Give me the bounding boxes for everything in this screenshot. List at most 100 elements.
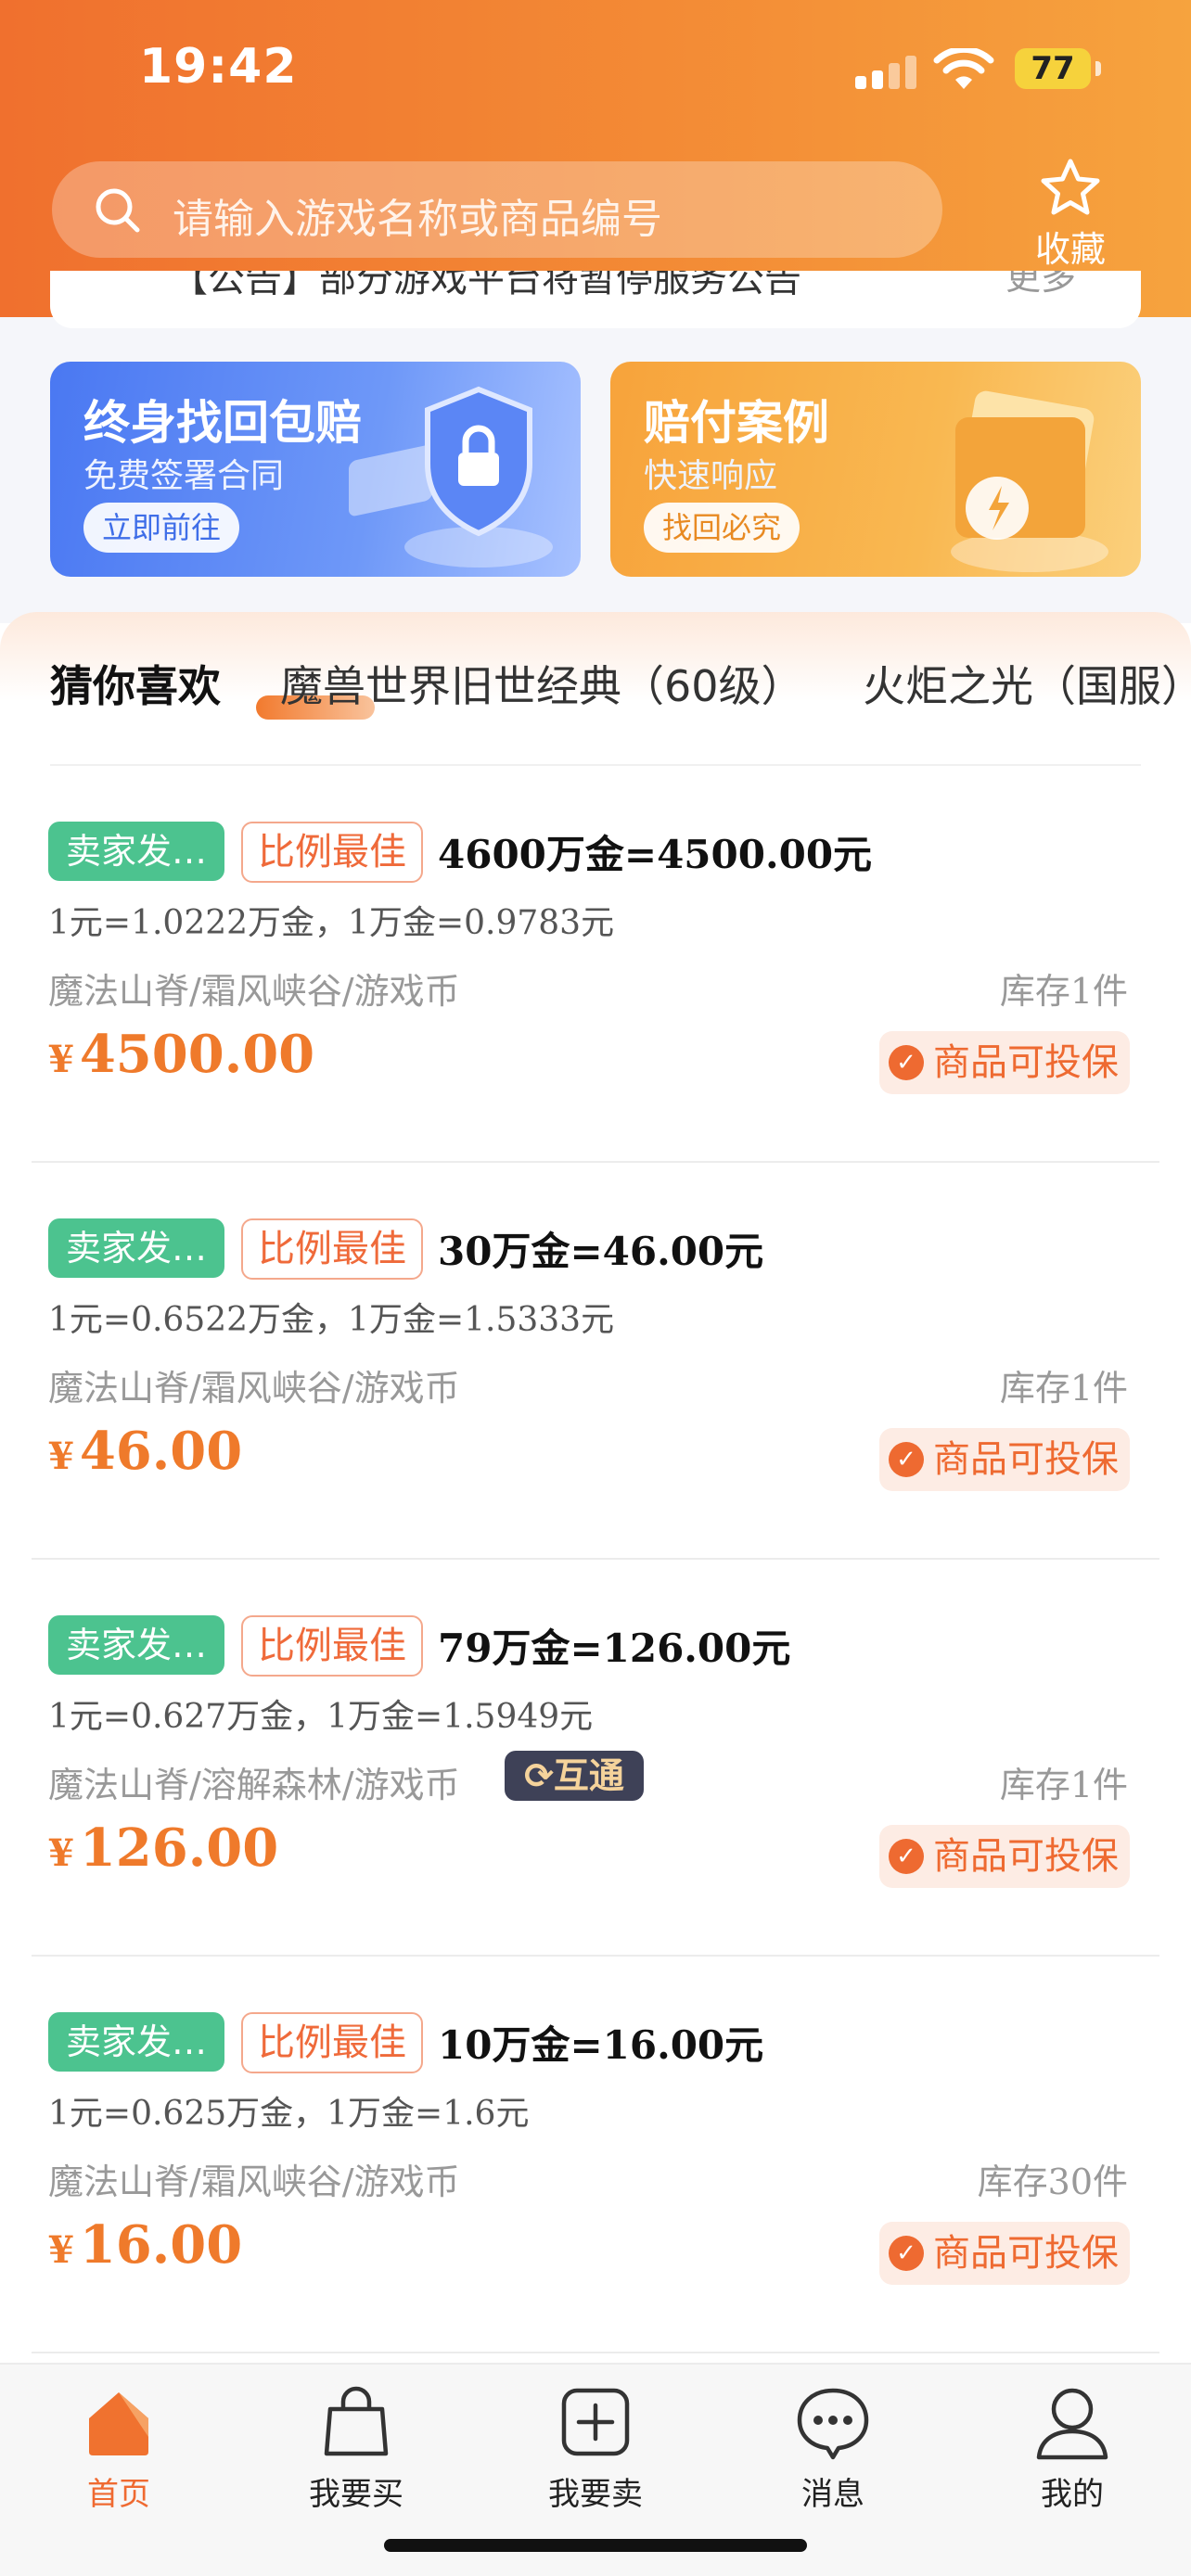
home-icon <box>89 2392 148 2455</box>
search-icon <box>96 188 140 233</box>
insurable-badge: ✓ 商品可投保 <box>879 1428 1130 1491</box>
listing-stock: 库存30件 <box>977 2162 1128 2202</box>
price-value: 126.00 <box>79 1817 279 1879</box>
listing-rate: 1元=1.0222万金，1万金=0.9783元 <box>48 904 615 942</box>
interop-label: 互通 <box>553 1755 624 1796</box>
banner-title: 终身找回包赔 <box>83 396 362 450</box>
shopping-bag-icon <box>324 2386 389 2456</box>
banner-button[interactable]: 找回必究 <box>644 503 800 553</box>
user-icon <box>1036 2388 1108 2460</box>
tab-wow-classic[interactable]: 魔兽世界旧世经典（60级） <box>280 653 804 714</box>
price-symbol: ¥ <box>48 1831 74 1875</box>
shield-lock-icon <box>349 386 553 567</box>
notice-text: 【公告】部分游戏平台将暂停服务公告 <box>171 271 801 300</box>
price-value: 46.00 <box>79 1421 243 1482</box>
listing-price: ¥16.00 <box>48 2214 242 2276</box>
cellular-signal-icon <box>855 56 920 89</box>
listing-rate: 1元=0.625万金，1万金=1.6元 <box>48 2095 530 2133</box>
nav-buy[interactable]: 我要买 <box>282 2383 430 2531</box>
listing-rate: 1元=0.627万金，1万金=1.5949元 <box>48 1698 594 1736</box>
nav-home[interactable]: 首页 <box>45 2383 193 2531</box>
seller-ship-badge: 卖家发… <box>48 822 224 881</box>
banner-title: 赔付案例 <box>644 396 829 450</box>
listing-stock: 库存1件 <box>999 971 1128 1012</box>
listing-stock: 库存1件 <box>999 1368 1128 1409</box>
listing-stock: 库存1件 <box>999 1765 1128 1805</box>
folder-icon <box>951 390 1108 572</box>
listing-rate: 1元=0.6522万金，1万金=1.5333元 <box>48 1301 615 1339</box>
listing-server-path: 魔法山脊/溶解森林/游戏币 <box>48 1765 460 1805</box>
check-icon: ✓ <box>889 1839 924 1874</box>
price-value: 4500.00 <box>79 1024 315 1085</box>
search-placeholder: 请输入游戏名称或商品编号 <box>173 196 662 243</box>
listing-server-path: 魔法山脊/霜风峡谷/游戏币 <box>48 2162 460 2202</box>
tab-guess-you-like[interactable]: 猜你喜欢 <box>50 653 221 714</box>
banner-compensation-cases[interactable]: 赔付案例 快速响应 找回必究 <box>610 362 1141 577</box>
listing-title: 30万金=46.00元 <box>438 1229 764 1274</box>
wifi-icon <box>933 48 994 89</box>
listing-price: ¥46.00 <box>48 1421 242 1482</box>
favorite-label: 收藏 <box>1034 229 1106 270</box>
insurable-badge: ✓ 商品可投保 <box>879 2222 1130 2285</box>
battery-cap <box>1095 61 1101 76</box>
nav-profile[interactable]: 我的 <box>998 2383 1146 2531</box>
status-time: 19:42 <box>139 39 298 95</box>
refresh-icon: ⟳ <box>524 1755 554 1796</box>
price-value: 16.00 <box>79 2214 243 2276</box>
banner-lifetime-guarantee[interactable]: 终身找回包赔 免费签署合同 立即前往 <box>50 362 581 577</box>
seller-ship-badge: 卖家发… <box>48 2012 224 2072</box>
listing-title: 79万金=126.00元 <box>438 1626 791 1671</box>
nav-label: 我要买 <box>309 2476 403 2513</box>
price-symbol: ¥ <box>48 1435 74 1478</box>
price-symbol: ¥ <box>48 1038 74 1081</box>
nav-sell[interactable]: 我要卖 <box>521 2383 670 2531</box>
check-icon: ✓ <box>889 2236 924 2271</box>
star-icon <box>1041 159 1100 215</box>
nav-label: 我要卖 <box>548 2476 643 2513</box>
tab-torchlight[interactable]: 火炬之光（国服） <box>863 653 1191 714</box>
best-ratio-badge: 比例最佳 <box>241 1218 423 1280</box>
insurable-label: 商品可投保 <box>933 2232 1119 2275</box>
best-ratio-badge: 比例最佳 <box>241 2012 423 2073</box>
notice-bar[interactable]: 【公告】部分游戏平台将暂停服务公告 更多 <box>50 271 1141 328</box>
listing-card[interactable]: 卖家发… 比例最佳 30万金=46.00元 1元=0.6522万金，1万金=1.… <box>0 1163 1191 1560</box>
listing-title: 10万金=16.00元 <box>438 2022 764 2068</box>
search-input[interactable]: 请输入游戏名称或商品编号 <box>52 161 942 258</box>
notice-more-link[interactable]: 更多 <box>1005 271 1076 300</box>
nav-label: 消息 <box>801 2476 864 2513</box>
insurable-badge: ✓ 商品可投保 <box>879 1825 1130 1888</box>
status-bar: 19:42 77 <box>0 0 1191 139</box>
seller-ship-badge: 卖家发… <box>48 1615 224 1675</box>
listing-title: 4600万金=4500.00元 <box>438 832 873 877</box>
insurable-label: 商品可投保 <box>933 1835 1119 1878</box>
check-icon: ✓ <box>889 1442 924 1477</box>
header: 19:42 77 请输入游戏名称或商品编号 收藏 <box>0 0 1191 317</box>
listing-price: ¥4500.00 <box>48 1024 314 1085</box>
chat-bubble-icon <box>797 2388 869 2460</box>
insurable-label: 商品可投保 <box>933 1438 1119 1481</box>
plus-square-icon <box>561 2388 630 2456</box>
banner-subtitle: 快速响应 <box>644 457 778 495</box>
insurable-badge: ✓ 商品可投保 <box>879 1031 1130 1094</box>
nav-messages[interactable]: 消息 <box>759 2383 907 2531</box>
home-indicator[interactable] <box>384 2539 807 2552</box>
listing-price: ¥126.00 <box>48 1817 278 1879</box>
best-ratio-badge: 比例最佳 <box>241 1615 423 1677</box>
banner-subtitle: 免费签署合同 <box>83 457 285 495</box>
listing-card[interactable]: 卖家发… 比例最佳 79万金=126.00元 1元=0.627万金，1万金=1.… <box>0 1560 1191 1957</box>
listing-server-path: 魔法山脊/霜风峡谷/游戏币 <box>48 1368 460 1409</box>
favorite-button[interactable]: 收藏 <box>1024 156 1117 276</box>
banner-button[interactable]: 立即前往 <box>83 503 240 553</box>
interop-badge: ⟳互通 <box>505 1751 644 1801</box>
battery-indicator: 77 <box>1015 48 1091 89</box>
insurable-label: 商品可投保 <box>933 1041 1119 1084</box>
listing-card[interactable]: 卖家发… 比例最佳 10万金=16.00元 1元=0.625万金，1万金=1.6… <box>0 1957 1191 2353</box>
divider <box>32 2352 1159 2353</box>
check-icon: ✓ <box>889 1045 924 1080</box>
price-symbol: ¥ <box>48 2228 74 2272</box>
listing-card[interactable]: 卖家发… 比例最佳 4600万金=4500.00元 1元=1.0222万金，1万… <box>0 766 1191 1163</box>
best-ratio-badge: 比例最佳 <box>241 822 423 883</box>
nav-label: 首页 <box>87 2476 150 2513</box>
listing-server-path: 魔法山脊/霜风峡谷/游戏币 <box>48 971 460 1012</box>
nav-label: 我的 <box>1041 2476 1104 2513</box>
